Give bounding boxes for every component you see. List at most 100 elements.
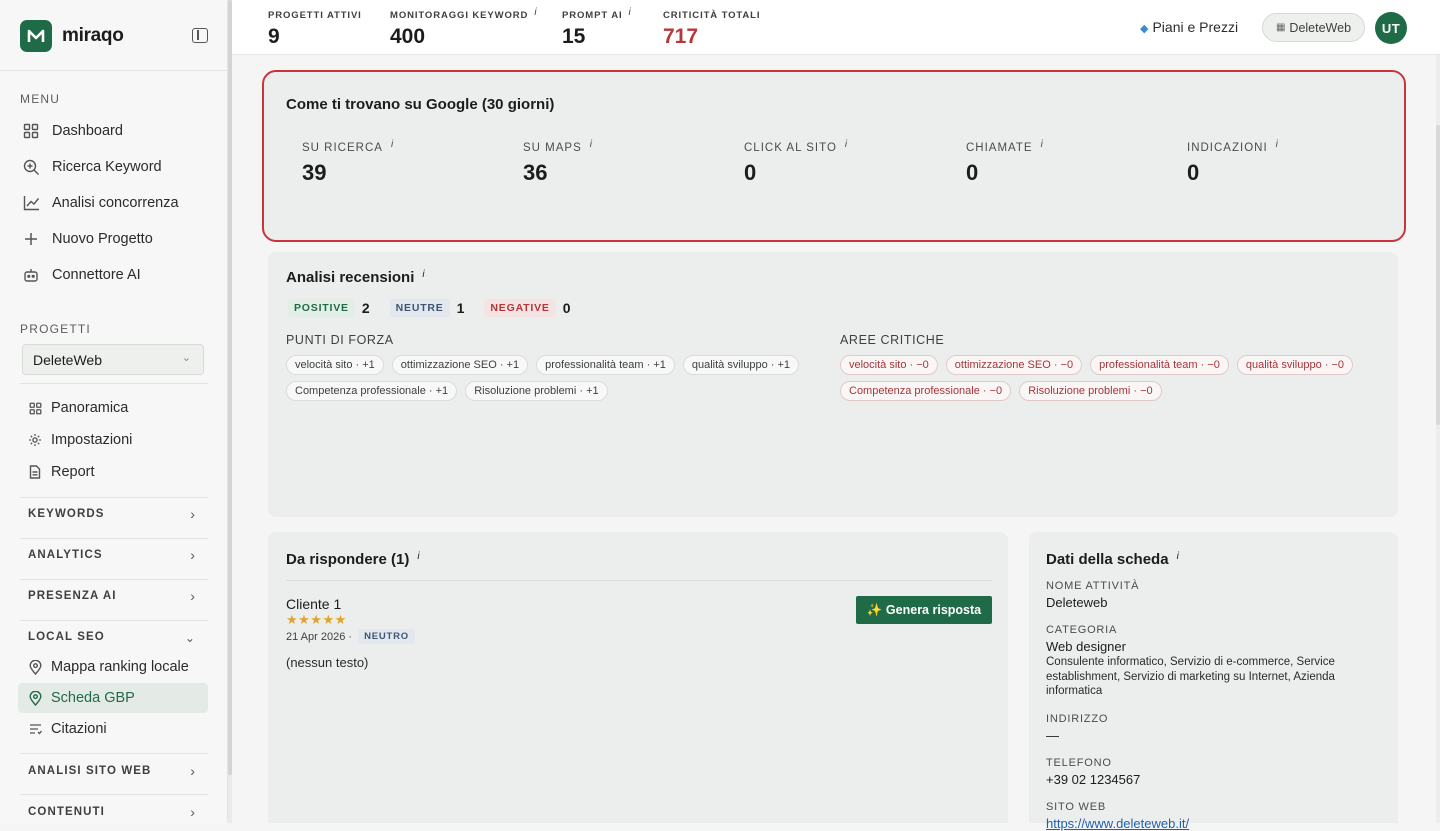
nav-label: Nuovo Progetto: [52, 231, 153, 247]
info-icon[interactable]: i: [391, 139, 394, 150]
stat-value: 0: [966, 160, 979, 185]
nav-report[interactable]: Report: [18, 457, 208, 487]
group-label: LOCAL SEO: [28, 631, 105, 643]
group-label: KEYWORDS: [28, 508, 105, 520]
info-icon[interactable]: i: [1177, 551, 1179, 562]
address-value: —: [1046, 727, 1059, 743]
nav-impostazioni[interactable]: Impostazioni: [18, 425, 208, 455]
nav-panoramica[interactable]: Panoramica: [18, 393, 208, 423]
stat-label: MONITORAGGI KEYWORD i: [390, 7, 537, 21]
positive-badge: POSITIVE: [288, 299, 355, 317]
info-icon[interactable]: i: [1276, 139, 1279, 150]
project-pill[interactable]: ▦ DeleteWeb: [1262, 13, 1365, 42]
divider: [20, 794, 208, 795]
sidebar-toggle-icon[interactable]: [192, 28, 208, 43]
stat-label-text: PROMPT AI: [562, 10, 623, 21]
generate-reply-button[interactable]: ✨ Genera risposta: [856, 596, 992, 624]
building-icon: ▦: [1275, 22, 1286, 33]
nav-mappa-ranking[interactable]: Mappa ranking locale: [18, 652, 208, 682]
reviews-to-reply-card: Da rispondere (1) i Cliente 1 ★★★★★ 21 Ap…: [268, 532, 1008, 823]
stat-su-ricerca: SU RICERCA i 39: [302, 139, 394, 186]
sidebar-scrollbar[interactable]: [228, 0, 232, 823]
nav-nuovo-progetto[interactable]: Nuovo Progetto: [22, 224, 208, 254]
group-local-seo[interactable]: LOCAL SEO ⌄: [28, 631, 204, 645]
group-analytics[interactable]: ANALYTICS ›: [28, 547, 204, 563]
divider: [20, 579, 208, 580]
nav-citazioni[interactable]: Citazioni: [18, 714, 208, 744]
review-meta: 21 Apr 2026 · NEUTRO: [286, 629, 415, 644]
profile-data-card: Dati della scheda i NOME ATTIVITÀ Deletew…: [1029, 532, 1398, 831]
stat-chiamate: CHIAMATE i 0: [966, 139, 1044, 186]
card-title: Analisi recensioni i: [286, 269, 425, 286]
divider: [20, 497, 208, 498]
main-scrollbar[interactable]: [1436, 55, 1440, 823]
group-analisi-sito[interactable]: ANALISI SITO WEB ›: [28, 763, 204, 779]
pin-icon: [27, 690, 43, 706]
nav-ricerca-keyword[interactable]: Ricerca Keyword: [22, 152, 208, 182]
critical-tag: professionalità team · −0: [1090, 355, 1229, 375]
grid-icon: [22, 122, 40, 140]
review-author: Cliente 1: [286, 596, 342, 612]
stat-su-maps: SU MAPS i 36: [523, 139, 593, 186]
nav-label: Report: [51, 464, 95, 480]
info-icon[interactable]: i: [1041, 139, 1044, 150]
list-icon: [27, 721, 43, 737]
scrollbar-thumb[interactable]: [1436, 125, 1440, 425]
nav-label: Citazioni: [51, 721, 107, 737]
card-title-text: Dati della scheda: [1046, 551, 1169, 568]
info-icon[interactable]: i: [534, 7, 537, 18]
top-bar: PROGETTI ATTIVI 9 MONITORAGGI KEYWORD i 4…: [232, 0, 1440, 55]
category-value: Web designer: [1046, 639, 1126, 654]
plans-label: Piani e Prezzi: [1152, 19, 1239, 35]
strength-tag: Risoluzione problemi · +1: [465, 381, 608, 401]
nav-label: Ricerca Keyword: [52, 159, 162, 175]
stat-label-text: CLICK AL SITO: [744, 142, 837, 154]
critical-title: AREE CRITICHE: [840, 333, 945, 347]
stat-label: SU MAPS i: [523, 139, 593, 154]
chevron-right-icon: ›: [190, 763, 196, 779]
critical-tag: Competenza professionale · −0: [840, 381, 1012, 401]
group-presenza-ai[interactable]: PRESENZA AI ›: [28, 588, 204, 604]
card-title: Come ti trovano su Google (30 giorni): [286, 96, 555, 113]
divider: [20, 538, 208, 539]
nav-dashboard[interactable]: Dashboard: [22, 116, 208, 146]
strength-tag: velocità sito · +1: [286, 355, 384, 375]
info-icon[interactable]: i: [422, 269, 424, 280]
nav-label: Mappa ranking locale: [51, 659, 189, 675]
website-link[interactable]: https://www.deleteweb.it/: [1046, 816, 1386, 831]
divider: [20, 753, 208, 754]
nav-label: Impostazioni: [51, 432, 133, 448]
stat-value: 400: [390, 25, 426, 48]
nav-analisi-concorrenza[interactable]: Analisi concorrenza: [22, 188, 208, 218]
robot-icon: [22, 266, 40, 284]
stat-value: 717: [663, 25, 699, 48]
chevron-right-icon: ›: [190, 547, 196, 563]
stat-progetti-attivi: PROGETTI ATTIVI 9: [268, 10, 362, 49]
strength-tag: ottimizzazione SEO · +1: [391, 355, 529, 375]
info-icon[interactable]: i: [417, 551, 419, 562]
group-contenuti[interactable]: CONTENUTI ›: [28, 804, 204, 820]
plans-link[interactable]: ◆ Piani e Prezzi: [1140, 19, 1238, 35]
critical-tags: velocità sito · −0 ottimizzazione SEO · …: [840, 355, 1360, 401]
positive-count: 2: [361, 300, 370, 316]
divider: [20, 620, 208, 621]
group-label: ANALISI SITO WEB: [28, 765, 152, 777]
card-title-text: Analisi recensioni: [286, 269, 415, 286]
info-icon[interactable]: i: [629, 7, 632, 18]
brand[interactable]: miraqo: [20, 20, 214, 52]
nav-label: Scheda GBP: [51, 690, 135, 706]
info-icon[interactable]: i: [845, 139, 848, 150]
stat-value: 39: [302, 160, 327, 185]
nav-scheda-gbp[interactable]: Scheda GBP: [18, 683, 208, 713]
stat-value: 36: [523, 160, 548, 185]
avatar[interactable]: UT: [1375, 12, 1407, 44]
stat-label: CHIAMATE i: [966, 139, 1044, 154]
info-icon[interactable]: i: [590, 139, 593, 150]
strength-tag: qualità sviluppo · +1: [682, 355, 800, 375]
group-keywords[interactable]: KEYWORDS ›: [28, 506, 204, 522]
project-select[interactable]: DeleteWeb ⌄: [22, 344, 204, 375]
nav-connettore-ai[interactable]: Connettore AI: [22, 260, 208, 290]
group-label: ANALYTICS: [28, 549, 103, 561]
nav-label: Analisi concorrenza: [52, 195, 179, 211]
scrollbar-thumb[interactable]: [228, 0, 232, 775]
